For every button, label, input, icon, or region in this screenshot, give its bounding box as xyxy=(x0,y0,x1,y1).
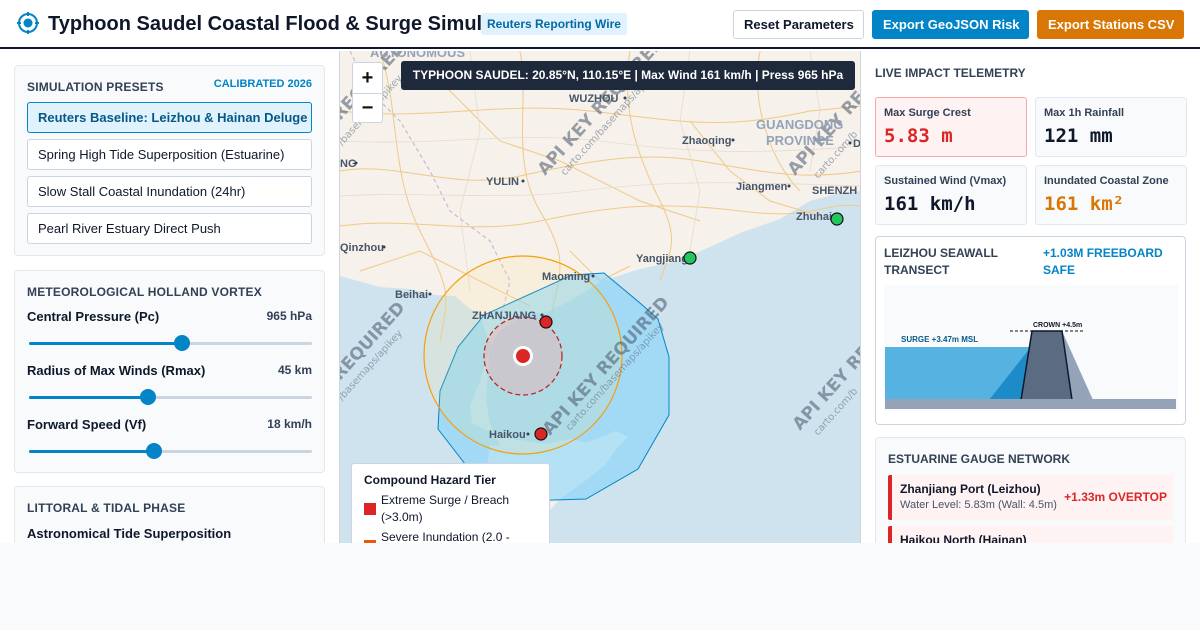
label-zhuhai: Zhuhai xyxy=(796,211,832,223)
preset-reuters-baseline[interactable]: Reuters Baseline: Leizhou & Hainan Delug… xyxy=(27,102,312,133)
label-zhaoqing: Zhaoqing xyxy=(682,135,732,147)
tile-max-rainfall: Max 1h Rainfall 121 mm xyxy=(1035,97,1187,157)
zoom-control: + − xyxy=(352,62,383,123)
export-geojson-button[interactable]: Export GeoJSON Risk xyxy=(872,10,1029,39)
forward-speed-slider-handle[interactable] xyxy=(145,443,162,459)
zoom-in-button[interactable]: + xyxy=(353,63,382,94)
presets-heading: SIMULATION PRESETS xyxy=(27,80,164,94)
hazard-legend: Compound Hazard Tier Extreme Surge / Bre… xyxy=(351,463,550,543)
slider-value-rmax: 45 km xyxy=(277,363,312,377)
slider-label-forward-speed: Forward Speed (Vf) xyxy=(27,417,147,432)
app-title: Typhoon Saudel Coastal Flood & Surge Sim… xyxy=(48,13,520,35)
tile-max-surge-label: Max Surge Crest xyxy=(884,107,971,119)
forward-speed-slider[interactable] xyxy=(29,443,312,459)
seawall-transect-chart: SURGE +3.47m MSL CROWN +4.5m xyxy=(884,285,1178,411)
legend-swatch-severe xyxy=(364,540,376,543)
seabed xyxy=(885,399,1176,409)
label-autonomous: AUTONOMOUS xyxy=(370,51,465,60)
tidal-card: LITTORAL & TIDAL PHASE Astronomical Tide… xyxy=(14,486,325,543)
gauge-overtop-flag: +1.33m OVERTOP xyxy=(1064,490,1167,504)
gauge-marker-zhuhai[interactable] xyxy=(830,212,844,226)
pressure-slider-fill xyxy=(29,342,182,345)
rmax-slider-fill xyxy=(29,396,148,399)
gauge-marker-zhanjiang[interactable] xyxy=(539,315,553,329)
app-root: Typhoon Saudel Coastal Flood & Surge Sim… xyxy=(0,0,1200,543)
pressure-slider-handle[interactable] xyxy=(173,335,190,351)
label-jiangmen: Jiangmen xyxy=(736,181,788,193)
label-wuzhou: WUZHOU xyxy=(569,93,619,105)
gauge-name: Zhanjiang Port (Leizhou) xyxy=(900,482,1041,496)
preset-pearl-river[interactable]: Pearl River Estuary Direct Push xyxy=(27,213,312,244)
slider-label-rmax: Radius of Max Winds (Rmax) xyxy=(27,363,206,378)
label-ng: NG xyxy=(340,158,357,170)
tile-max-rainfall-value: 121 mm xyxy=(1044,125,1113,147)
label-d-edge: D xyxy=(853,138,861,150)
label-zhanjiang: ZHANJIANG xyxy=(472,310,536,322)
reset-parameters-button[interactable]: Reset Parameters xyxy=(733,10,864,39)
gauge-water-level: Water Level: 5.83m (Wall: 4.5m) xyxy=(900,499,1057,511)
legend-label-severe: Severe Inundation (2.0 - xyxy=(381,530,510,543)
right-sidebar: LIVE IMPACT TELEMETRY Max Surge Crest 5.… xyxy=(861,51,1200,543)
tile-inundated-zone-label: Inundated Coastal Zone xyxy=(1044,175,1169,187)
vortex-heading: METEOROLOGICAL HOLLAND VORTEX xyxy=(27,285,262,299)
crown-label: CROWN +4.5m xyxy=(1033,322,1082,329)
preset-slow-stall[interactable]: Slow Stall Coastal Inundation (24hr) xyxy=(27,176,312,207)
top-bar: Typhoon Saudel Coastal Flood & Surge Sim… xyxy=(0,0,1200,49)
legend-label-extreme: Extreme Surge / Breach (>3.0m) xyxy=(381,493,510,524)
rmax-slider-handle[interactable] xyxy=(139,389,156,405)
label-yangjiang: Yangjiang xyxy=(636,253,688,265)
tile-inundated-zone: Inundated Coastal Zone 161 km² xyxy=(1035,165,1187,225)
label-province: PROVINCE xyxy=(766,133,834,148)
vortex-card: METEOROLOGICAL HOLLAND VORTEX Central Pr… xyxy=(14,270,325,473)
freeboard-status: +1.03M FREEBOARD SAFE xyxy=(1043,246,1163,277)
tile-max-surge: Max Surge Crest 5.83 m xyxy=(875,97,1027,157)
slider-label-pressure: Central Pressure (Pc) xyxy=(27,309,160,324)
label-qinzhou: Qinzhou xyxy=(340,242,384,254)
telemetry-heading: LIVE IMPACT TELEMETRY xyxy=(875,66,1026,80)
gauge-marker-haikou[interactable] xyxy=(534,427,548,441)
label-shenzhen: SHENZH xyxy=(812,185,857,197)
gauge-row-haikou[interactable]: Haikou North (Hainan) xyxy=(888,526,1173,543)
left-sidebar: SIMULATION PRESETS CALIBRATED 2026 Reute… xyxy=(0,51,339,543)
label-guangdong: GUANGDONG xyxy=(756,117,843,132)
tile-sustained-wind-label: Sustained Wind (Vmax) xyxy=(884,175,1007,187)
gauge-marker-yangjiang[interactable] xyxy=(683,251,697,265)
label-maoming: Maoming xyxy=(542,271,590,283)
legend-swatch-extreme xyxy=(364,503,376,515)
zoom-out-button[interactable]: − xyxy=(353,93,382,123)
tile-max-rainfall-label: Max 1h Rainfall xyxy=(1044,107,1125,119)
tile-sustained-wind-value: 161 km/h xyxy=(884,193,976,215)
forward-speed-slider-fill xyxy=(29,450,154,453)
tile-inundated-zone-value: 161 km² xyxy=(1044,193,1125,215)
label-yulin: YULIN xyxy=(486,176,519,188)
export-csv-button[interactable]: Export Stations CSV xyxy=(1037,10,1184,39)
label-haikou: Haikou xyxy=(489,429,526,441)
gauge-row-zhanjiang[interactable]: Zhanjiang Port (Leizhou) Water Level: 5.… xyxy=(888,475,1173,520)
tidal-subheading: Astronomical Tide Superposition xyxy=(27,526,232,541)
gauge-name: Haikou North (Hainan) xyxy=(900,533,1027,543)
gauge-network-panel: ESTUARINE GAUGE NETWORK Zhanjiang Port (… xyxy=(875,437,1186,543)
rmax-slider[interactable] xyxy=(29,389,312,405)
label-beihai: Beihai xyxy=(395,289,428,301)
typhoon-tooltip: TYPHOON SAUDEL: 20.85°N, 110.15°E | Max … xyxy=(401,61,855,90)
legend-title: Compound Hazard Tier xyxy=(364,473,496,487)
reuters-badge: Reuters Reporting Wire xyxy=(481,13,627,35)
pressure-slider[interactable] xyxy=(29,335,312,351)
calibration-badge: CALIBRATED 2026 xyxy=(213,78,312,90)
slider-value-forward-speed: 18 km/h xyxy=(267,417,312,431)
surge-label: SURGE +3.47m MSL xyxy=(901,335,978,344)
tile-sustained-wind: Sustained Wind (Vmax) 161 km/h xyxy=(875,165,1027,225)
map-view[interactable]: API KEY REQUIRED API KEY REQUIRED REQUIR… xyxy=(339,51,861,543)
gauge-network-heading: ESTUARINE GAUGE NETWORK xyxy=(888,452,1071,466)
presets-card: SIMULATION PRESETS CALIBRATED 2026 Reute… xyxy=(14,65,325,256)
preset-spring-high-tide[interactable]: Spring High Tide Superposition (Estuarin… xyxy=(27,139,312,170)
tidal-heading: LITTORAL & TIDAL PHASE xyxy=(27,501,186,515)
typhoon-eye-icon[interactable] xyxy=(516,349,530,363)
target-icon xyxy=(17,12,39,34)
seawall-heading: LEIZHOU SEAWALL TRANSECT xyxy=(884,246,998,277)
seawall-panel: LEIZHOU SEAWALL TRANSECT +1.03M FREEBOAR… xyxy=(875,236,1186,425)
tile-max-surge-value: 5.83 m xyxy=(884,125,953,147)
slider-value-pressure: 965 hPa xyxy=(266,309,312,323)
